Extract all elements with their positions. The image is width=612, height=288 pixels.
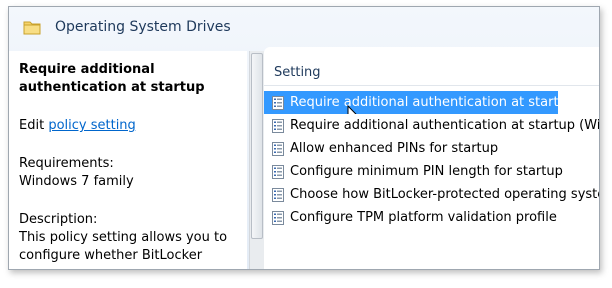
policy-setting-icon	[272, 118, 284, 133]
column-header-label: Setting	[274, 64, 321, 80]
list-item[interactable]: Require additional authentication at sta…	[264, 91, 558, 114]
folder-header: Operating System Drives	[9, 7, 599, 47]
scrollbar-thumb[interactable]	[251, 53, 263, 239]
description-label: Description:	[19, 212, 98, 227]
policy-editor-window: Operating System Drives Require addition…	[8, 6, 600, 270]
list-item-label: Configure minimum PIN length for startup	[290, 164, 563, 179]
policy-detail-pane: Require additional authentication at sta…	[9, 51, 247, 269]
list-item[interactable]: Require additional authentication at sta…	[264, 114, 599, 137]
policy-setting-icon	[272, 95, 284, 110]
settings-list: Require additional authentication at sta…	[264, 91, 599, 229]
requirements-value: Windows 7 family	[19, 174, 134, 189]
list-item-label: Choose how BitLocker-protected operating…	[290, 187, 599, 202]
edit-prefix: Edit	[19, 118, 45, 133]
edit-line: Edit policy setting	[19, 117, 237, 135]
edit-policy-link[interactable]: policy setting	[48, 118, 135, 133]
description-text: This policy setting allows you to config…	[19, 230, 228, 263]
policy-setting-icon	[272, 164, 284, 179]
policy-heading: Require additional authentication at sta…	[19, 62, 205, 95]
list-item-label: Configure TPM platform validation profil…	[290, 210, 557, 225]
list-item-label: Require additional authentication at sta…	[290, 118, 599, 133]
policy-setting-icon	[272, 210, 284, 225]
list-item[interactable]: Configure minimum PIN length for startup	[264, 160, 599, 183]
column-header-setting[interactable]: Setting	[264, 59, 599, 86]
detail-scrollbar[interactable]	[249, 51, 264, 269]
folder-title: Operating System Drives	[55, 19, 231, 35]
folder-icon	[23, 19, 41, 35]
list-item-label: Require additional authentication at sta…	[290, 95, 558, 110]
policy-setting-icon	[272, 187, 284, 202]
settings-list-pane: Setting Require additional authenticatio…	[264, 47, 599, 269]
list-item[interactable]: Choose how BitLocker-protected operating…	[264, 183, 599, 206]
list-item-label: Allow enhanced PINs for startup	[290, 141, 499, 156]
requirements-label: Requirements:	[19, 156, 114, 171]
list-item[interactable]: Allow enhanced PINs for startup	[264, 137, 599, 160]
list-item[interactable]: Configure TPM platform validation profil…	[264, 206, 599, 229]
policy-setting-icon	[272, 141, 284, 156]
